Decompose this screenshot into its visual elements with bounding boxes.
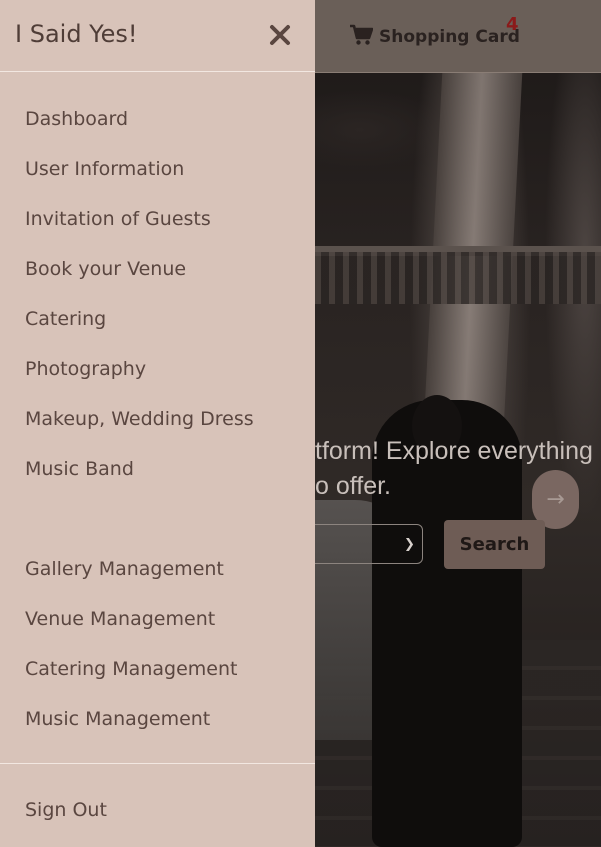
chevron-down-icon: ❯ bbox=[404, 537, 415, 552]
hero-tagline-line1: tform! Explore everything bbox=[315, 437, 593, 465]
sign-out-link[interactable]: Sign Out bbox=[25, 797, 107, 823]
sidebar-item-makeup-wedding-dress[interactable]: Makeup, Wedding Dress bbox=[25, 406, 254, 432]
sidebar-item-music-management[interactable]: Music Management bbox=[25, 706, 210, 732]
sidebar-item-venue-management[interactable]: Venue Management bbox=[25, 606, 215, 632]
close-drawer-button[interactable] bbox=[266, 20, 294, 50]
close-icon bbox=[270, 25, 290, 45]
sidebar-item-catering-management[interactable]: Catering Management bbox=[25, 656, 237, 682]
search-button[interactable]: Search bbox=[444, 520, 545, 569]
shopping-cart-label: Shopping Card bbox=[379, 27, 520, 47]
cart-count-badge: 4 bbox=[506, 14, 519, 35]
brand-title[interactable]: I Said Yes! bbox=[15, 20, 138, 48]
sidebar-item-book-venue[interactable]: Book your Venue bbox=[25, 256, 186, 282]
sidebar-item-user-information[interactable]: User Information bbox=[25, 156, 184, 182]
sidebar-item-gallery-management[interactable]: Gallery Management bbox=[25, 556, 224, 582]
shopping-cart-icon bbox=[349, 24, 379, 51]
sidebar-item-dashboard[interactable]: Dashboard bbox=[25, 106, 128, 132]
drawer-header: I Said Yes! bbox=[0, 0, 315, 72]
side-drawer: I Said Yes! Dashboard User Information I… bbox=[0, 0, 315, 847]
drawer-divider bbox=[0, 763, 315, 764]
shopping-cart-link[interactable]: Shopping Card bbox=[349, 22, 520, 52]
sidebar-item-catering[interactable]: Catering bbox=[25, 306, 106, 332]
sidebar-item-music-band[interactable]: Music Band bbox=[25, 456, 134, 482]
hero-balustrade bbox=[315, 252, 601, 304]
sidebar-item-invitation-of-guests[interactable]: Invitation of Guests bbox=[25, 206, 211, 232]
sidebar-item-photography[interactable]: Photography bbox=[25, 356, 146, 382]
